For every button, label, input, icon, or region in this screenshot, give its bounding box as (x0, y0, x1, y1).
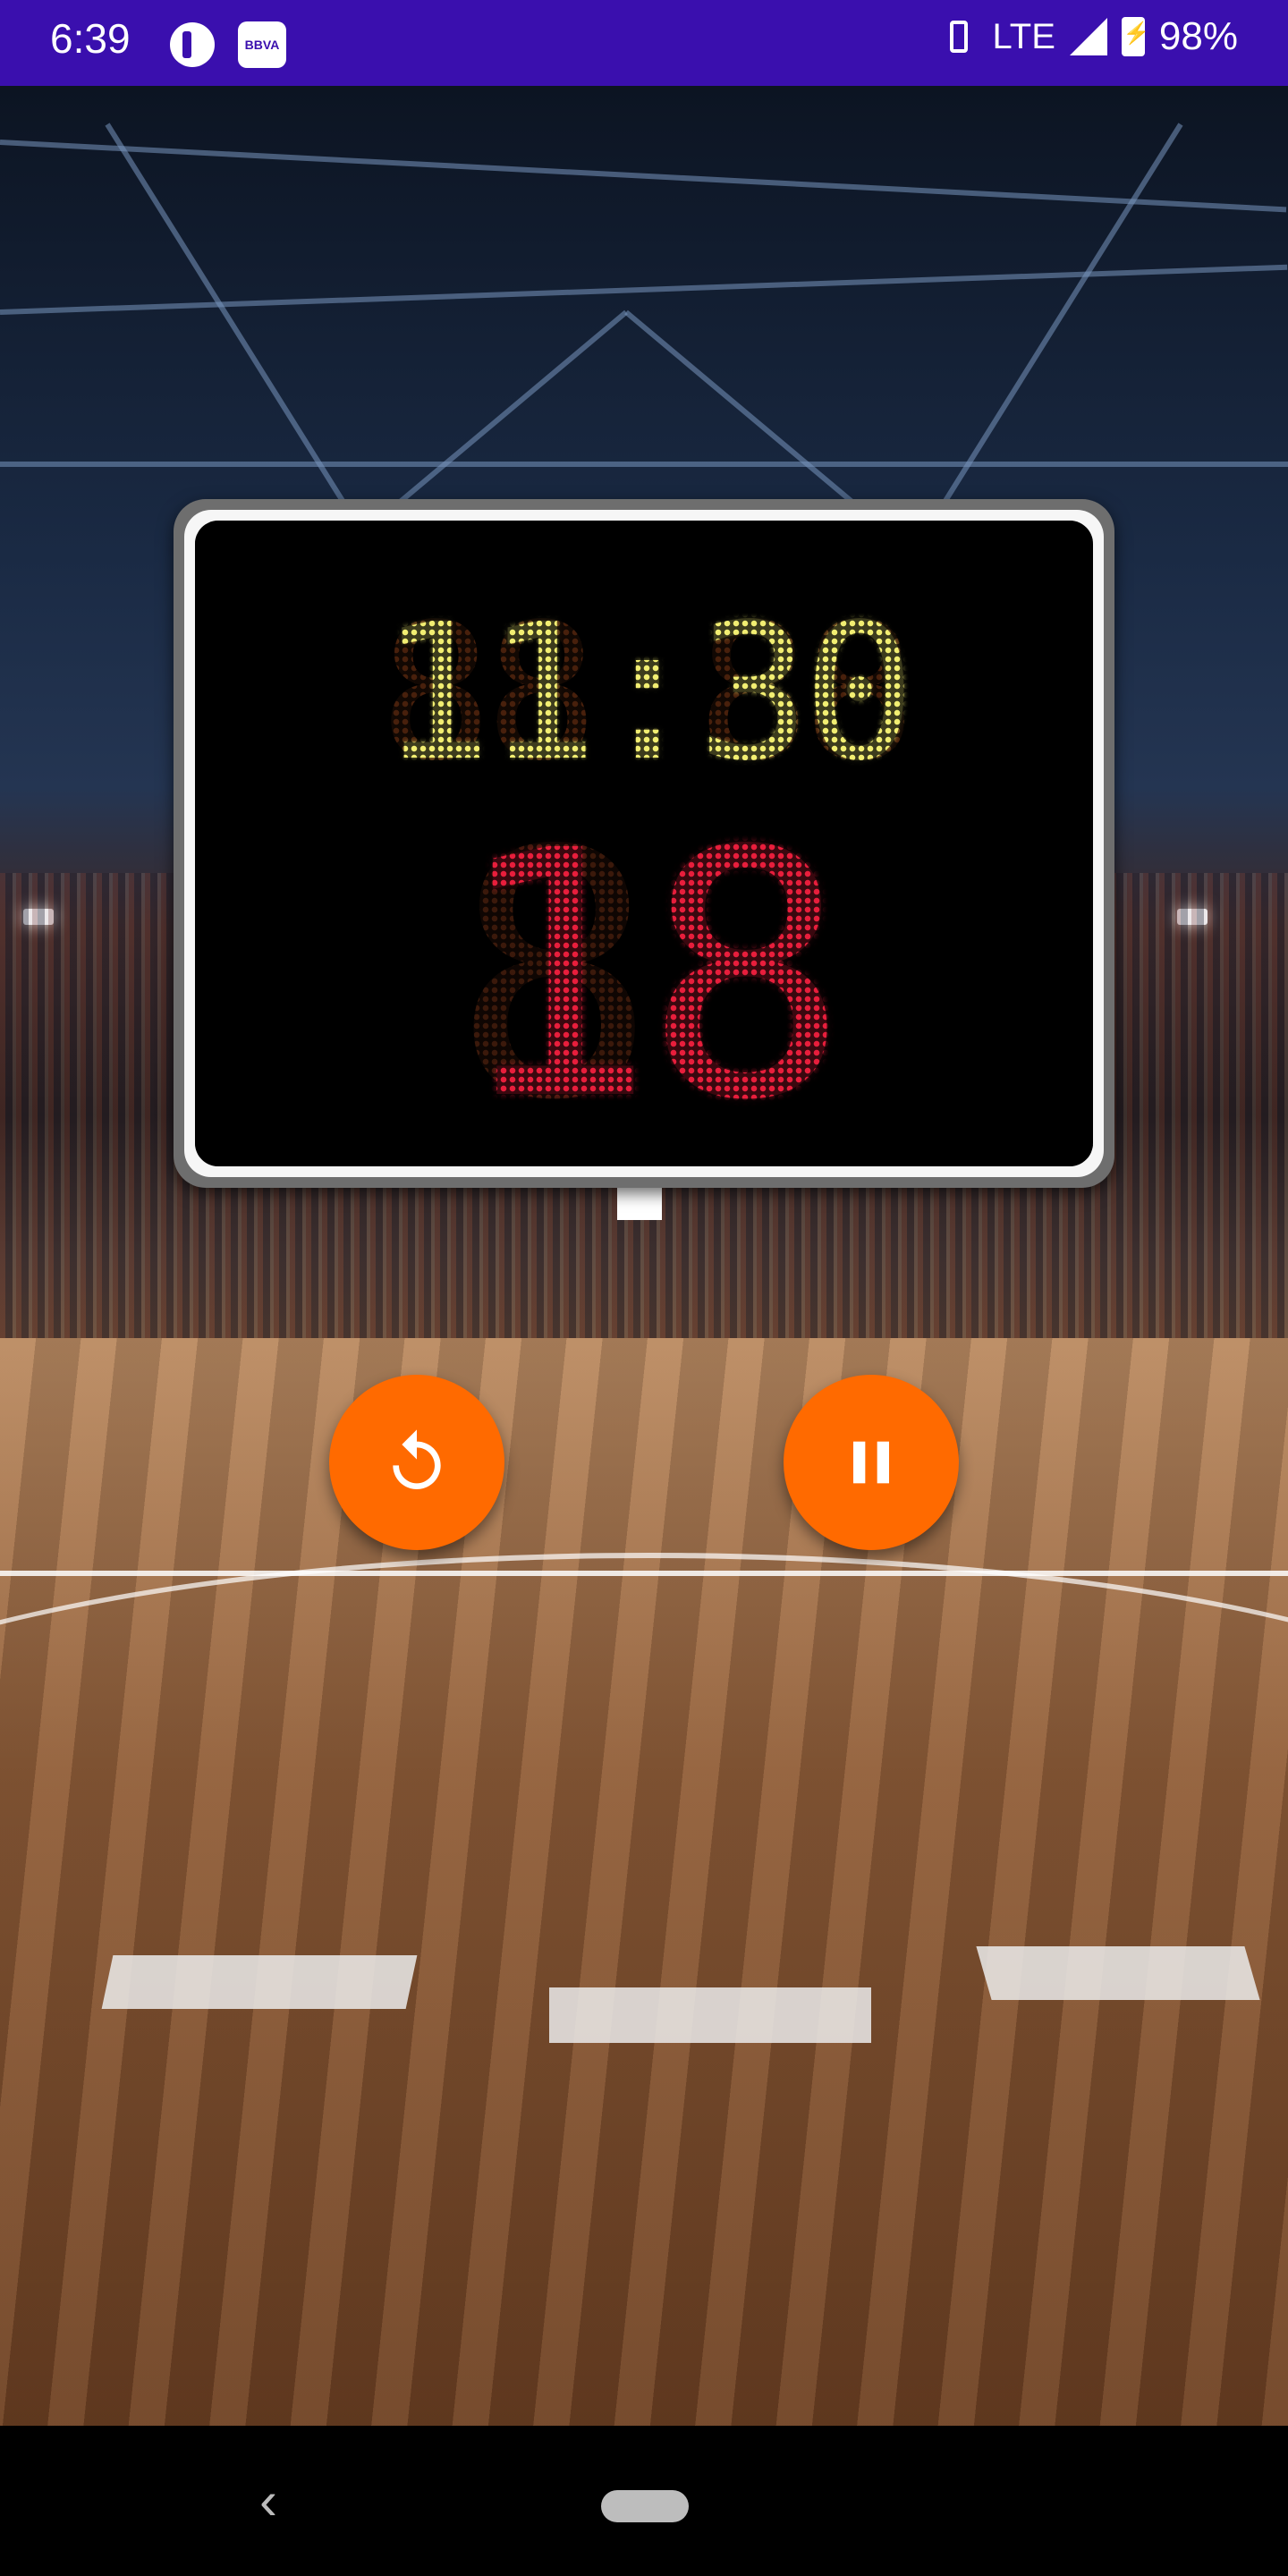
pause-icon (853, 1441, 889, 1484)
scoreboard-display: 88:88 11:30 88 18 (195, 521, 1093, 1166)
home-handle[interactable] (601, 2490, 689, 2522)
backboard (617, 1188, 662, 1220)
roof-truss (0, 140, 1287, 213)
court-mark (101, 1955, 418, 2009)
scoreboard-frame: 88:88 11:30 88 18 (184, 510, 1104, 1177)
scoreboard: 88:88 11:30 88 18 (174, 499, 1114, 1188)
shot-clock: 18 (452, 778, 849, 1174)
reset-icon (393, 1429, 441, 1489)
battery-charging-icon (1121, 17, 1150, 56)
court-arc (0, 1553, 1288, 2011)
signal-icon (1069, 18, 1107, 55)
vibrate-icon (939, 17, 979, 56)
court-line (0, 1571, 1288, 1576)
reset-button[interactable] (329, 1375, 504, 1550)
roof-truss (0, 264, 1288, 315)
status-bar: 6:39 BBVA LTE 98% (0, 0, 1288, 86)
court-mark (976, 1946, 1260, 2000)
back-icon[interactable]: ‹ (259, 2474, 277, 2528)
arena-background (0, 86, 1288, 2426)
court-mark (549, 1987, 871, 2043)
game-clock: 11:30 (378, 583, 916, 802)
pause-button[interactable] (784, 1375, 959, 1550)
roof-truss (0, 462, 1288, 467)
bbva-notification-icon: BBVA (238, 21, 286, 68)
status-indicators: LTE 98% (939, 14, 1238, 59)
network-type: LTE (992, 16, 1055, 56)
status-time: 6:39 (50, 15, 131, 62)
app-notification-icon (170, 22, 215, 67)
battery-percent: 98% (1158, 14, 1238, 58)
